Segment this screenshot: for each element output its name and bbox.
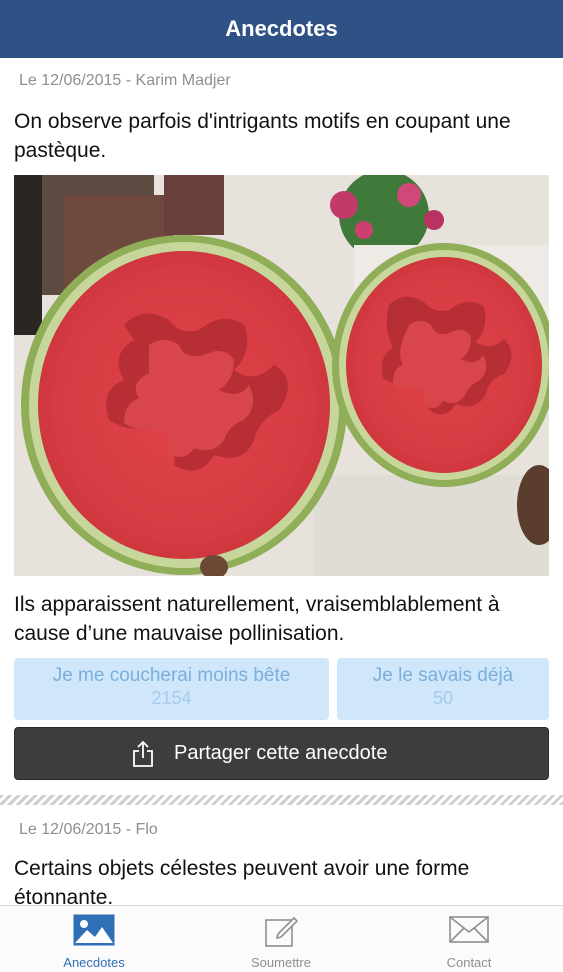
compose-icon <box>264 914 299 953</box>
vote-known-button[interactable]: Je le savais déjà 50 <box>337 658 549 720</box>
tab-bar: Anecdotes Soumettre Contact <box>0 905 563 971</box>
tab-label: Anecdotes <box>63 955 125 970</box>
mail-icon <box>449 914 489 949</box>
share-icon <box>132 740 154 773</box>
vote-learned-count: 2154 <box>151 688 192 708</box>
page-title: Anecdotes <box>225 16 338 41</box>
post-explanation: Ils apparaissent naturellement, vraisemb… <box>14 593 500 645</box>
tab-label: Soumettre <box>251 955 311 970</box>
vote-known-label: Je le savais déjà <box>372 665 514 686</box>
tab-anecdotes[interactable]: Anecdotes <box>24 906 164 972</box>
anecdote-feed[interactable]: Le 12/06/2015 - Karim Madjer On observe … <box>0 58 563 905</box>
post-divider <box>0 795 563 805</box>
vote-learned-button[interactable]: Je me coucherai moins bête 2154 <box>14 658 329 720</box>
post-text: On observe parfois d'intrigants motifs e… <box>14 110 511 162</box>
vote-known-count: 50 <box>432 688 454 708</box>
share-label: Partager cette anecdote <box>174 742 388 764</box>
tab-contact[interactable]: Contact <box>399 906 539 972</box>
nav-bar: Anecdotes <box>0 0 563 58</box>
post-meta: Le 12/06/2015 - Karim Madjer <box>19 72 231 89</box>
vote-learned-label: Je me coucherai moins bête <box>52 665 291 686</box>
tab-label: Contact <box>446 955 492 970</box>
tab-soumettre[interactable]: Soumettre <box>211 906 351 972</box>
post-meta: Le 12/06/2015 - Flo <box>19 821 158 838</box>
image-icon <box>73 914 115 951</box>
post-photo-watermelon <box>14 175 549 576</box>
post-text: Certains objets célestes peuvent avoir u… <box>14 857 470 905</box>
share-button[interactable]: Partager cette anecdote <box>14 727 549 780</box>
